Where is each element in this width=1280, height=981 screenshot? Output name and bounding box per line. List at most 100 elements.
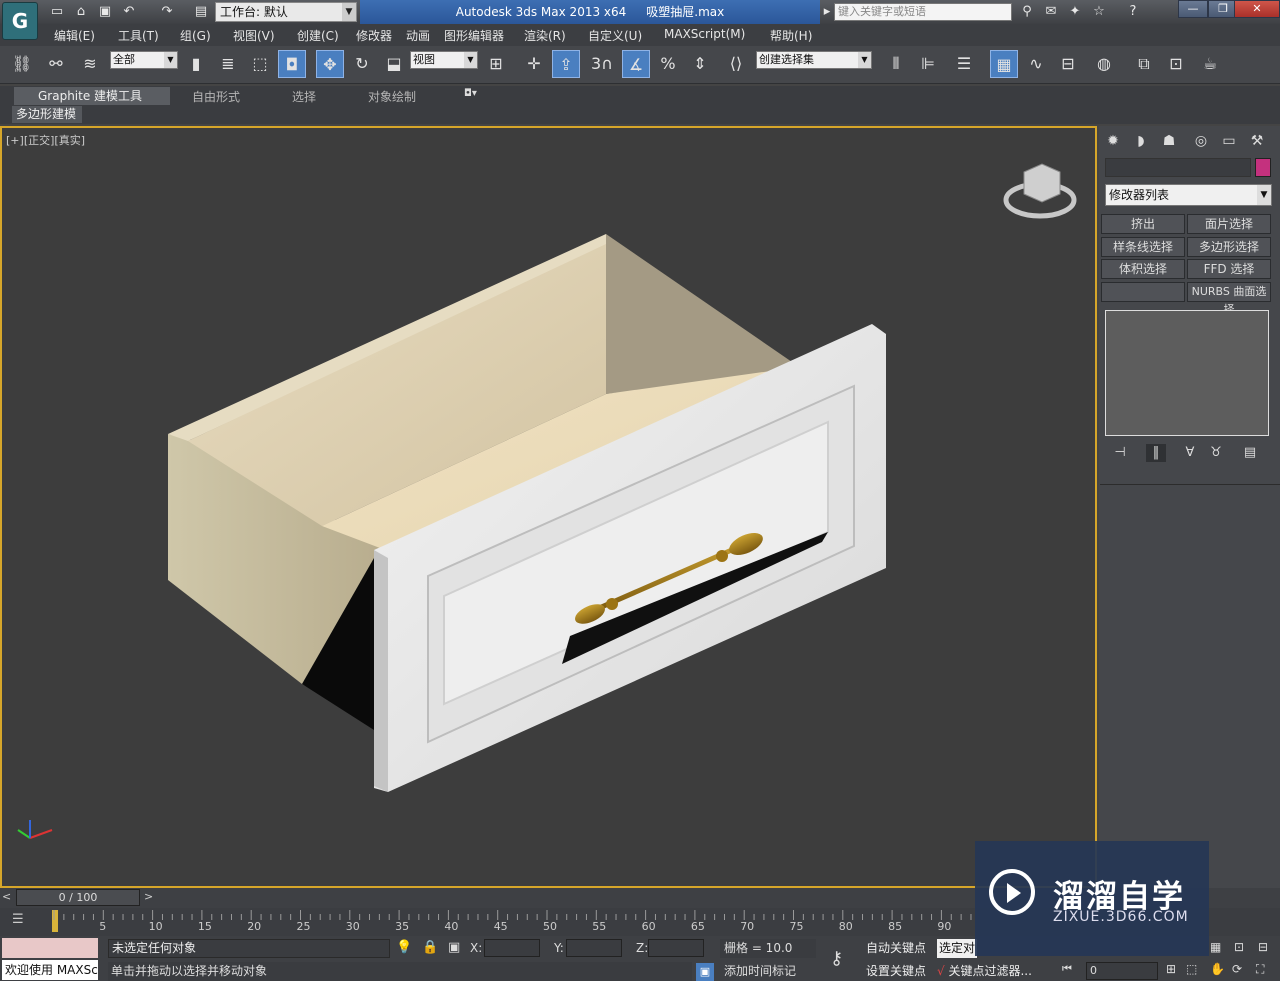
tab-selection[interactable]: 选择 — [292, 88, 316, 105]
menu-help[interactable]: 帮助(H) — [770, 27, 812, 44]
absolute-mode-icon[interactable]: ▣ — [448, 940, 460, 955]
menu-graph-editors[interactable]: 图形编辑器 — [444, 27, 504, 44]
nurbs-surface-select-button[interactable]: NURBS 曲面选择 — [1187, 282, 1271, 316]
menu-group[interactable]: 组(G) — [180, 27, 211, 44]
empty-modifier-button[interactable] — [1101, 282, 1185, 302]
align-icon[interactable]: ⊫ — [914, 50, 942, 78]
material-editor-icon[interactable]: ◍ — [1090, 50, 1118, 78]
window-crossing-icon[interactable]: ◘ — [278, 50, 306, 78]
z-coord-field[interactable] — [648, 939, 704, 957]
extrude-modifier-button[interactable]: 挤出 — [1101, 214, 1185, 234]
graphite-toggle-icon[interactable]: ▦ — [990, 50, 1018, 78]
rectangular-selection-icon[interactable]: ⬚ — [246, 50, 274, 78]
menu-create[interactable]: 创建(C) — [297, 27, 339, 44]
maximize-viewport-icon[interactable]: ⛶ — [1256, 962, 1264, 977]
create-panel-tab-icon[interactable]: ✹ — [1101, 130, 1125, 152]
search-input[interactable]: 键入关键字或短语 — [834, 3, 1012, 21]
selected-dropdown[interactable]: 选定对 — [937, 939, 977, 958]
time-tag-icon[interactable]: ▣ — [696, 963, 714, 981]
x-coord-field[interactable] — [484, 939, 540, 957]
tab-object-paint[interactable]: 对象绘制 — [368, 88, 416, 105]
named-selection-sets-dropdown[interactable]: 创建选择集 ▼ — [756, 51, 872, 69]
menu-rendering[interactable]: 渲染(R) — [524, 27, 566, 44]
time-slider-next-icon[interactable]: > — [144, 890, 153, 903]
hierarchy-panel-tab-icon[interactable]: ☗ — [1157, 130, 1181, 152]
save-file-icon[interactable]: ▣ — [96, 3, 114, 21]
maxscript-listener[interactable]: 欢迎使用 MAXSc — [2, 960, 98, 980]
redo-icon[interactable]: ↷ — [158, 3, 176, 21]
unlink-icon[interactable]: ⚯ — [42, 50, 70, 78]
menu-animation[interactable]: 动画 — [406, 27, 430, 44]
render-setup-icon[interactable]: ⧉ — [1130, 50, 1158, 78]
go-to-start-icon[interactable]: ⏮ — [1062, 962, 1072, 976]
workspace-dropdown[interactable]: 工作台: 默认 ▼ — [215, 2, 357, 22]
bind-space-warp-icon[interactable]: ≋ — [76, 50, 104, 78]
new-file-icon[interactable]: ▭ — [48, 3, 66, 21]
poly-select-button[interactable]: 多边形选择 — [1187, 237, 1271, 257]
schematic-view-icon[interactable]: ⊟ — [1054, 50, 1082, 78]
zoom-extents-all-icon[interactable]: ⊟ — [1258, 940, 1268, 954]
configure-modifier-sets-icon[interactable]: ▤ — [1240, 444, 1260, 462]
ffd-select-button[interactable]: FFD 选择 — [1187, 259, 1271, 279]
patch-select-button[interactable]: 面片选择 — [1187, 214, 1271, 234]
object-name-field[interactable] — [1105, 158, 1251, 177]
open-file-icon[interactable]: ⌂ — [72, 3, 90, 21]
favorites-star-icon[interactable]: ☆ — [1090, 3, 1108, 21]
add-time-tag[interactable]: 添加时间标记 — [720, 962, 818, 981]
menu-views[interactable]: 视图(V) — [233, 27, 275, 44]
maxscript-listener-pink[interactable] — [2, 938, 98, 958]
polygon-modeling-panel[interactable]: 多边形建模 — [12, 106, 82, 123]
volume-select-button[interactable]: 体积选择 — [1101, 259, 1185, 279]
reference-coordinate-dropdown[interactable]: 视图 ▼ — [410, 51, 478, 69]
modify-panel-tab-icon[interactable]: ◗ — [1129, 130, 1153, 152]
select-by-name-icon[interactable]: ≣ — [214, 50, 242, 78]
tab-graphite-modeling[interactable]: Graphite 建模工具 — [14, 87, 170, 105]
perspective-viewport[interactable]: [+][正交][真实] — [0, 126, 1097, 888]
selection-lock-icon[interactable]: 🔒 — [422, 940, 438, 955]
pan-view-icon[interactable]: ✋ — [1210, 962, 1225, 976]
menu-modifiers[interactable]: 修改器 — [356, 27, 392, 44]
y-coord-field[interactable] — [566, 939, 622, 957]
minimize-button[interactable]: — — [1178, 0, 1208, 18]
menu-maxscript[interactable]: MAXScript(M) — [664, 27, 745, 41]
pin-stack-icon[interactable]: ⊣ — [1110, 444, 1130, 462]
percent-snap-icon[interactable]: % — [654, 50, 682, 78]
app-logo-button[interactable]: G — [2, 2, 38, 40]
angle-snap-icon[interactable]: ∡ — [622, 50, 650, 78]
binoculars-icon[interactable]: ⚲ — [1018, 3, 1036, 21]
menu-tools[interactable]: 工具(T) — [118, 27, 159, 44]
modifier-list-dropdown[interactable]: 修改器列表 ▼ — [1105, 184, 1272, 206]
select-and-rotate-icon[interactable]: ↻ — [348, 50, 376, 78]
undo-icon[interactable]: ↶ — [120, 3, 138, 21]
orbit-icon[interactable]: ⟳ — [1232, 962, 1242, 976]
zoom-region-icon[interactable]: ⬚ — [1186, 962, 1197, 976]
select-object-icon[interactable]: ▮ — [182, 50, 210, 78]
mirror-icon[interactable]: ⫴ — [882, 50, 910, 78]
spline-select-button[interactable]: 样条线选择 — [1101, 237, 1185, 257]
ribbon-options-icon[interactable]: ◘▾ — [464, 88, 477, 99]
auto-key-button[interactable]: 自动关键点 — [866, 939, 934, 958]
layer-manager-icon[interactable]: ☰ — [950, 50, 978, 78]
edit-named-selection-icon[interactable]: ⟨⟩ — [722, 50, 750, 78]
zoom-all-icon[interactable]: ▦ — [1210, 940, 1221, 954]
time-slider[interactable]: 0 / 100 — [16, 889, 140, 906]
current-frame-field[interactable]: 0 — [1086, 962, 1158, 980]
motion-panel-tab-icon[interactable]: ◎ — [1189, 130, 1213, 152]
selection-filter-dropdown[interactable]: 全部 ▼ — [110, 51, 178, 69]
tab-freeform[interactable]: 自由形式 — [192, 88, 240, 105]
menu-customize[interactable]: 自定义(U) — [588, 27, 642, 44]
curve-editor-icon[interactable]: ∿ — [1022, 50, 1050, 78]
help-icon[interactable]: ? — [1124, 3, 1142, 21]
close-button[interactable]: ✕ — [1234, 0, 1280, 18]
communication-center-icon[interactable]: ✉ — [1042, 3, 1060, 21]
menu-edit[interactable]: 编辑(E) — [54, 27, 95, 44]
render-teapot-icon[interactable]: ☕ — [1196, 50, 1224, 78]
show-end-result-icon[interactable]: ‖ — [1146, 444, 1166, 462]
project-folder-icon[interactable]: ▤ — [192, 3, 210, 21]
pivot-center-icon[interactable]: ⊞ — [482, 50, 510, 78]
display-panel-tab-icon[interactable]: ▭ — [1217, 130, 1241, 152]
modifier-stack[interactable] — [1105, 310, 1269, 436]
key-icon[interactable]: ⚷ — [830, 948, 843, 969]
remove-modifier-icon[interactable]: ♉ — [1206, 444, 1226, 462]
field-of-view-icon[interactable]: ⊡ — [1234, 940, 1244, 954]
